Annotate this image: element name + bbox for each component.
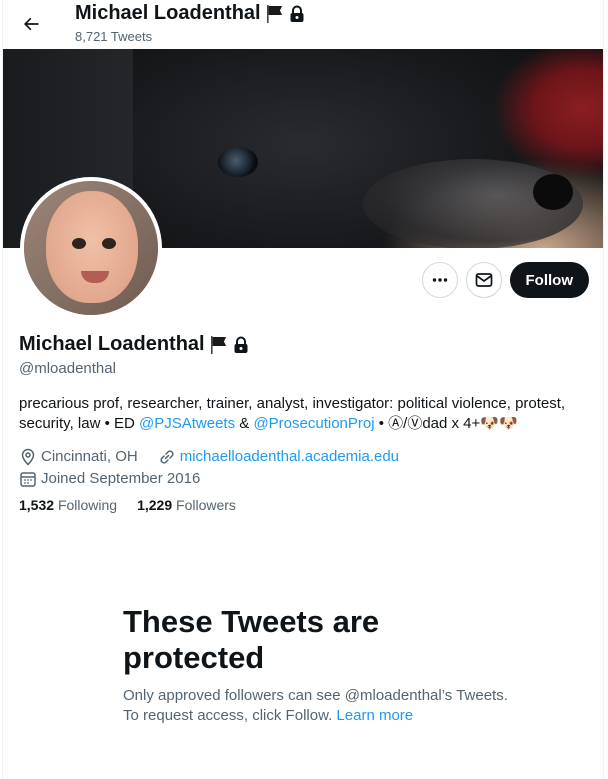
arrow-left-icon <box>21 14 41 34</box>
following-link[interactable]: 1,532 Following <box>19 497 117 513</box>
learn-more-link[interactable]: Learn more <box>336 707 413 724</box>
envelope-icon <box>475 271 493 289</box>
lock-icon <box>289 5 305 23</box>
profile-meta: Cincinnati, OH michaelloadenthal.academi… <box>19 447 399 491</box>
following-count: 1,532 <box>19 497 55 513</box>
back-button[interactable] <box>15 8 47 40</box>
protected-notice: These Tweets are protected Only approved… <box>123 604 513 726</box>
black-flag-icon <box>209 335 229 355</box>
header-title: Michael Loadenthal <box>75 2 305 25</box>
bio-text: & <box>235 415 254 432</box>
top-header: Michael Loadenthal 8,721 Tweets <box>3 0 603 48</box>
message-button[interactable] <box>465 262 502 298</box>
avatar[interactable] <box>20 177 162 319</box>
followers-label: Followers <box>176 497 236 513</box>
bio-link-pjsa[interactable]: @PJSAtweets <box>139 415 235 432</box>
black-flag-icon <box>265 4 285 24</box>
profile-display-name: Michael Loadenthal <box>19 333 205 355</box>
more-button[interactable] <box>421 262 458 298</box>
profile-location: Cincinnati, OH <box>41 448 138 465</box>
calendar-icon <box>19 470 37 488</box>
tweet-count: 8,721 Tweets <box>75 29 153 44</box>
lock-icon <box>233 336 249 354</box>
protected-desc-text: Only approved followers can see @mloaden… <box>123 687 508 724</box>
more-icon <box>431 271 449 289</box>
profile-column: Michael Loadenthal 8,721 Tweets Follow M… <box>2 0 604 779</box>
protected-description: Only approved followers can see @mloaden… <box>123 686 513 726</box>
profile-joined: Joined September 2016 <box>41 470 201 487</box>
link-icon <box>158 448 176 466</box>
profile-bio: precarious prof, researcher, trainer, an… <box>19 394 589 434</box>
following-label: Following <box>57 497 118 513</box>
followers-count: 1,229 <box>137 497 173 513</box>
header-name: Michael Loadenthal <box>75 2 261 24</box>
bio-link-prosecution[interactable]: @ProsecutionProj <box>253 415 374 432</box>
follow-button[interactable]: Follow <box>509 262 589 298</box>
followers-link[interactable]: 1,229 Followers <box>137 497 236 513</box>
follow-counts: 1,532 Following 1,229 Followers <box>19 497 236 513</box>
profile-actions: Follow <box>421 262 589 298</box>
location-pin-icon <box>19 448 37 466</box>
protected-title: These Tweets are protected <box>123 604 380 675</box>
profile-handle: @mloadenthal <box>19 360 116 377</box>
profile-website[interactable]: michaelloadenthal.academia.edu <box>180 447 399 467</box>
profile-name: Michael Loadenthal <box>19 333 249 356</box>
bio-text: • Ⓐ/Ⓥdad x 4+🐶🐶 <box>374 415 518 432</box>
